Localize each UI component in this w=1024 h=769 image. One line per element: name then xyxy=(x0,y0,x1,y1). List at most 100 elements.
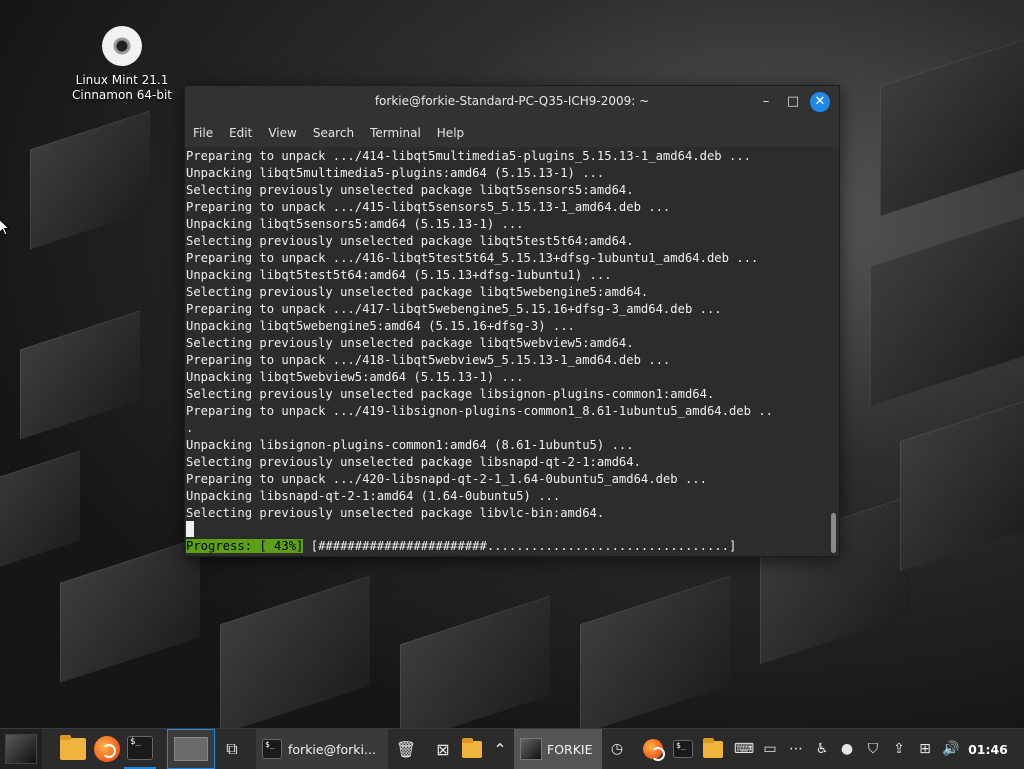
files-launcher[interactable] xyxy=(56,729,90,769)
network-icon: ⊞ xyxy=(919,741,931,757)
taskbar: $_ ⧉ $_ forkie@forki... 🗑 ⊠ ⌃ FORKIE ◷ $… xyxy=(0,728,1024,769)
desktop-icon-install-disc[interactable]: Linux Mint 21.1 Cinnamon 64-bit xyxy=(62,24,182,103)
shield-icon: ⛉ xyxy=(867,741,879,757)
xapp-status-button[interactable]: ⊠ xyxy=(430,729,456,769)
folder-icon xyxy=(462,737,482,758)
accessibility-icon: ♿ xyxy=(815,741,829,757)
terminal-line: Unpacking libqt5webengine5:amd64 (5.15.1… xyxy=(186,319,575,333)
terminal-line: Selecting previously unselected package … xyxy=(186,183,634,197)
more-button[interactable]: ⋯ xyxy=(784,729,808,769)
bg-tile xyxy=(870,214,1024,406)
terminal-line: Unpacking libqt5multimedia5-plugins:amd6… xyxy=(186,166,605,180)
bg-tile xyxy=(0,450,80,580)
minimize-button[interactable]: – xyxy=(756,92,776,112)
keyboard-button[interactable]: ⌨ xyxy=(732,729,756,769)
terminal-line: Selecting previously unselected package … xyxy=(186,336,634,350)
terminal-line: Preparing to unpack .../417-libqt5webeng… xyxy=(186,302,722,316)
terminal-line: Unpacking libqt5webview5:amd64 (5.15.13-… xyxy=(186,370,524,384)
mint-logo-icon xyxy=(5,734,37,764)
terminal-line: Preparing to unpack .../416-libqt5test5t… xyxy=(186,251,759,265)
app-menu-button[interactable] xyxy=(0,729,42,769)
terminal-line: Unpacking libsnapd-qt-2-1:amd64 (1.64-0u… xyxy=(186,489,561,503)
show-desktop-button[interactable]: ⧉ xyxy=(218,729,246,769)
bg-tile xyxy=(900,398,1024,572)
speaker-icon: 🔊 xyxy=(942,741,960,757)
workspace-thumbnail xyxy=(174,737,208,761)
progress-label: Progress: [ 43%] xyxy=(186,539,304,553)
workspace-label: FORKIE xyxy=(547,741,593,757)
terminal-icon: $_ xyxy=(673,740,693,758)
files-tray-button[interactable] xyxy=(458,729,486,769)
desktop-icon-label-line2: Cinnamon 64-bit xyxy=(72,88,172,102)
terminal-line: Preparing to unpack .../420-libsnapd-qt-… xyxy=(186,472,707,486)
workspace-forkie[interactable]: FORKIE xyxy=(514,729,602,769)
clock-icon: ◷ xyxy=(610,741,624,757)
terminal-icon: $_ xyxy=(262,739,282,759)
expand-tray-button[interactable]: ⌃ xyxy=(488,729,512,769)
progress-bar-text: [#######################................… xyxy=(303,539,737,553)
bg-tile xyxy=(60,537,200,683)
terminal-output[interactable]: Preparing to unpack .../414-libqt5multim… xyxy=(185,147,839,556)
menu-edit[interactable]: Edit xyxy=(229,126,252,140)
terminal-tray-button[interactable]: $_ xyxy=(670,729,696,769)
bg-tile xyxy=(220,575,370,728)
monitor-icon: ▭ xyxy=(763,741,777,757)
window-title: forkie@forkie-Standard-PC-Q35-ICH9-2009:… xyxy=(374,94,650,108)
update-icon: ⇪ xyxy=(893,741,905,757)
terminal-line: Selecting previously unselected package … xyxy=(186,285,649,299)
bg-tile xyxy=(580,575,730,728)
terminal-line: Selecting previously unselected package … xyxy=(186,506,605,520)
terminal-line: Preparing to unpack .../418-libqt5webvie… xyxy=(186,353,671,367)
user-icon: ● xyxy=(840,741,854,757)
security-button[interactable]: ⛉ xyxy=(861,729,885,769)
taskbar-clock[interactable]: 01:46 xyxy=(964,729,1012,769)
firefox-icon xyxy=(643,739,665,761)
terminal-line: Unpacking libqt5sensors5:amd64 (5.15.13-… xyxy=(186,217,524,231)
menu-file[interactable]: File xyxy=(193,126,213,140)
terminal-window[interactable]: forkie@forkie-Standard-PC-Q35-ICH9-2009:… xyxy=(184,85,840,557)
window-titlebar[interactable]: forkie@forkie-Standard-PC-Q35-ICH9-2009:… xyxy=(185,86,839,118)
accessibility-button[interactable]: ♿ xyxy=(810,729,834,769)
firefox-icon xyxy=(94,736,120,762)
terminal-launcher[interactable]: $_ xyxy=(124,729,156,769)
display-button[interactable]: ▭ xyxy=(758,729,782,769)
menu-terminal[interactable]: Terminal xyxy=(370,126,421,140)
menu-view[interactable]: View xyxy=(268,126,296,140)
terminal-line: Selecting previously unselected package … xyxy=(186,387,715,401)
workspace-switcher[interactable] xyxy=(167,729,215,769)
bg-tile xyxy=(880,34,1024,216)
keyboard-icon: ⌨ xyxy=(733,741,755,757)
taskbar-window-label: forkie@forki... xyxy=(288,741,376,757)
menu-search[interactable]: Search xyxy=(313,126,354,140)
network-button[interactable]: ⊞ xyxy=(913,729,937,769)
maximize-button[interactable]: □ xyxy=(783,92,803,112)
update-manager-button[interactable]: ⇪ xyxy=(888,729,910,769)
chevron-up-icon: ⌃ xyxy=(493,739,507,759)
terminal-line: Selecting previously unselected package … xyxy=(186,234,634,248)
clock-applet-button[interactable]: ◷ xyxy=(605,729,629,769)
terminal-scrollbar[interactable] xyxy=(831,513,836,553)
terminal-line: Preparing to unpack .../414-libqt5multim… xyxy=(186,149,751,163)
close-button[interactable]: ✕ xyxy=(810,92,830,112)
folder-icon xyxy=(60,735,86,760)
terminal-line: . xyxy=(186,421,194,435)
terminal-line: Preparing to unpack .../415-libqt5sensor… xyxy=(186,200,671,214)
terminal-line: Selecting previously unselected package … xyxy=(186,455,641,469)
terminal-icon: $_ xyxy=(127,736,153,760)
taskbar-window-terminal[interactable]: $_ forkie@forki... xyxy=(256,729,388,769)
volume-button[interactable]: 🔊 xyxy=(940,729,962,769)
firefox-launcher[interactable] xyxy=(90,729,124,769)
menu-bar: File Edit View Search Terminal Help xyxy=(185,118,839,147)
firefox-tray-button[interactable] xyxy=(640,729,666,769)
bg-tile xyxy=(20,310,140,440)
menu-help[interactable]: Help xyxy=(437,126,464,140)
user-button[interactable]: ● xyxy=(836,729,858,769)
folder-icon xyxy=(703,737,723,758)
terminal-line: Unpacking libsignon-plugins-common1:amd6… xyxy=(186,438,634,452)
trash-button[interactable]: 🗑 xyxy=(393,729,419,769)
disc-icon xyxy=(102,26,142,66)
bg-tile xyxy=(30,110,150,250)
files-tray-button-2[interactable] xyxy=(700,729,726,769)
more-icon: ⋯ xyxy=(789,741,803,757)
bg-tile xyxy=(400,595,550,728)
